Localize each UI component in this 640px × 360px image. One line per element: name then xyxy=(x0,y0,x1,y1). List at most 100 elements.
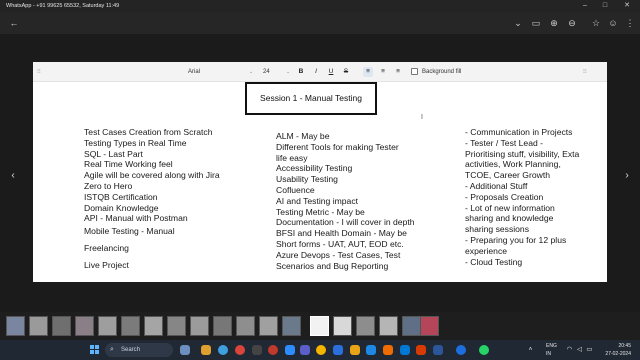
list-item: Azure Devops - Test Cases, Test xyxy=(276,249,401,260)
outlook-icon[interactable] xyxy=(400,345,410,355)
next-icon[interactable]: › xyxy=(622,170,632,182)
region-label: IN xyxy=(546,351,551,357)
previous-icon[interactable]: ‹ xyxy=(8,170,18,182)
list-item: Prioritising stuff, visibility, Exta xyxy=(465,148,580,159)
list-item: - Lot of new information xyxy=(465,202,555,213)
list-item: activities, Work Planning, xyxy=(465,159,561,170)
media-thumbnail[interactable] xyxy=(75,316,94,336)
wifi-icon[interactable]: ◠ xyxy=(565,345,574,355)
media-thumbnail[interactable] xyxy=(144,316,163,336)
emoji-icon[interactable]: ☺ xyxy=(607,17,619,29)
list-item: Agile will be covered along with Jira xyxy=(84,170,220,181)
app-icon[interactable] xyxy=(235,345,245,355)
app-icon[interactable] xyxy=(383,345,393,355)
handle-icon: ⁝⁝ xyxy=(583,69,587,75)
more-icon[interactable]: ⋮ xyxy=(624,17,636,29)
media-thumbnail[interactable] xyxy=(236,316,255,336)
list-item: Short forms - UAT, AUT, EOD etc. xyxy=(276,238,404,249)
app-icon[interactable] xyxy=(350,345,360,355)
windows-start-icon[interactable] xyxy=(90,345,100,355)
media-thumbnail[interactable] xyxy=(420,316,439,336)
list-item: ISTQB Certification xyxy=(84,191,158,202)
clock[interactable]: 20:45 27-02-2024 xyxy=(597,342,631,358)
media-thumbnail[interactable] xyxy=(379,316,398,336)
list-item: Cofluence xyxy=(276,184,315,195)
font-size-select[interactable]: 24 xyxy=(263,67,285,77)
app-icon[interactable] xyxy=(268,345,278,355)
media-thumbnail[interactable] xyxy=(29,316,48,336)
taskbar: Search ⌕ ˄ ENG IN ◠ ◁ ▭ 20:45 27-02-2024 xyxy=(0,340,640,360)
close-icon[interactable]: ✕ xyxy=(620,0,634,12)
list-item: Scenarios and Bug Reporting xyxy=(276,260,389,271)
strike-button[interactable]: S xyxy=(341,67,351,77)
list-item: - Additional Stuff xyxy=(465,180,528,191)
list-item: experience xyxy=(465,245,508,256)
align-center-icon[interactable]: ≡ xyxy=(378,67,388,77)
zoom-out-icon[interactable]: ⊖ xyxy=(566,17,578,29)
list-item: - Tester / Test Lead - xyxy=(465,137,544,148)
list-item: Zero to Hero xyxy=(84,180,133,191)
maximize-icon[interactable]: □ xyxy=(598,0,612,12)
minimize-icon[interactable]: – xyxy=(578,0,592,12)
file-explorer-icon[interactable] xyxy=(201,345,211,355)
app-icon[interactable] xyxy=(252,345,262,355)
whatsapp-icon[interactable] xyxy=(479,345,489,355)
list-item: SQL - Last Part xyxy=(84,148,143,159)
column-1: Test Cases Creation from Scratch Testing… xyxy=(84,127,220,271)
font-select[interactable]: Arial xyxy=(188,67,250,77)
media-thumbnail[interactable] xyxy=(356,316,375,336)
list-item: AI and Testing impact xyxy=(276,195,359,206)
screen-icon[interactable]: ▭ xyxy=(530,17,542,29)
battery-icon[interactable]: ▭ xyxy=(585,345,594,355)
media-thumbnail[interactable] xyxy=(6,316,25,336)
app-icon[interactable] xyxy=(366,345,376,355)
align-right-icon[interactable]: ≡ xyxy=(393,67,403,77)
media-thumbnail[interactable] xyxy=(167,316,186,336)
list-item: Domain Knowledge xyxy=(84,202,159,213)
session-title: Session 1 - Manual Testing xyxy=(245,82,377,115)
volume-icon[interactable]: ◁ xyxy=(575,345,584,355)
widgets-icon[interactable] xyxy=(180,345,190,355)
list-item: Different Tools for making Tester xyxy=(276,141,399,152)
app-icon[interactable] xyxy=(433,345,443,355)
chevron-down-icon: ⌄ xyxy=(249,69,254,75)
bold-button[interactable]: B xyxy=(296,67,306,77)
media-thumbnail[interactable] xyxy=(98,316,117,336)
app-icon[interactable] xyxy=(285,345,295,355)
align-left-icon[interactable]: ≡ xyxy=(363,67,373,77)
media-thumbnail-selected[interactable] xyxy=(310,316,329,336)
list-item: - Preparing you for 12 plus xyxy=(465,234,567,245)
media-thumbnail[interactable] xyxy=(190,316,209,336)
star-icon[interactable]: ☆ xyxy=(590,17,602,29)
media-thumbnail[interactable] xyxy=(402,316,421,336)
app-icon[interactable] xyxy=(416,345,426,355)
teams-icon[interactable] xyxy=(300,345,310,355)
media-thumbnail[interactable] xyxy=(213,316,232,336)
chevron-up-icon[interactable]: ˄ xyxy=(526,345,535,355)
handle-icon: ⁝⁝ xyxy=(37,69,41,75)
list-item: life easy xyxy=(276,152,308,163)
media-thumbnail[interactable] xyxy=(333,316,352,336)
app-icon[interactable] xyxy=(456,345,466,355)
list-item: sharing and knowledge xyxy=(465,213,554,224)
list-item: Real Time Working feel xyxy=(84,159,173,170)
list-item: Mobile Testing - Manual xyxy=(84,226,175,237)
language-indicator[interactable]: ENG IN xyxy=(546,342,557,358)
underline-button[interactable]: U xyxy=(326,67,336,77)
list-item: Accessibility Testing xyxy=(276,163,353,174)
list-item: BFSI and Health Domain - May be xyxy=(276,228,407,239)
media-thumbnail[interactable] xyxy=(52,316,71,336)
thumbnail-strip xyxy=(0,312,640,340)
chrome-icon[interactable] xyxy=(316,345,326,355)
media-thumbnail[interactable] xyxy=(121,316,140,336)
zoom-in-icon[interactable]: ⊕ xyxy=(548,17,560,29)
media-thumbnail[interactable] xyxy=(282,316,301,336)
media-thumbnail[interactable] xyxy=(259,316,278,336)
format-toolbar: ⁝⁝ Arial ⌄ 24 ⌄ B I U S ≡ ≡ ≡ Background… xyxy=(33,62,607,82)
app-icon[interactable] xyxy=(333,345,343,355)
italic-button[interactable]: I xyxy=(311,67,321,77)
chevron-down-icon[interactable]: ⌄ xyxy=(512,17,524,29)
edge-icon[interactable] xyxy=(218,345,228,355)
background-fill-checkbox[interactable] xyxy=(411,68,418,75)
back-arrow-icon[interactable]: ← xyxy=(8,17,20,29)
